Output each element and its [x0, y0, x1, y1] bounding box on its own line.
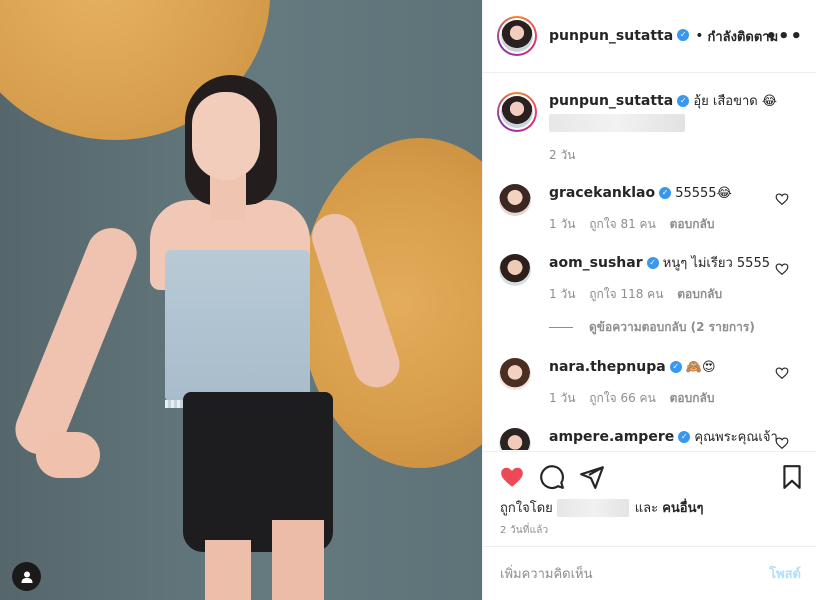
- reply-button[interactable]: ตอบกลับ: [670, 217, 715, 231]
- verified-icon: ✓: [677, 94, 690, 107]
- commenter-username[interactable]: nara.thepnupa: [549, 359, 666, 375]
- tagged-users-button[interactable]: [12, 562, 41, 591]
- post-timestamp[interactable]: 2 วันที่แล้ว: [500, 523, 548, 538]
- comment-item: nara.thepnupa ✓ 🙈😍 1 วัน ถูกใจ 66 คน ตอบก…: [499, 358, 809, 407]
- view-replies-button[interactable]: ดูข้อความตอบกลับ (2 รายการ): [549, 318, 755, 337]
- caption-author-avatar[interactable]: [497, 92, 537, 132]
- comment-bubble-icon[interactable]: [539, 464, 565, 490]
- like-heart-icon[interactable]: [499, 464, 525, 490]
- comment-like-heart-icon[interactable]: [775, 262, 789, 276]
- likes-prefix: ถูกใจโดย: [500, 501, 553, 516]
- bookmark-icon[interactable]: [779, 464, 805, 490]
- more-options-icon[interactable]: •••: [765, 26, 803, 47]
- post-header: punpun_sutatta ✓ • กำลังติดตาม •••: [483, 0, 816, 73]
- comment-time[interactable]: 1 วัน: [549, 287, 575, 301]
- likes-conjunction: และ: [634, 501, 659, 516]
- divider-line: [549, 327, 573, 328]
- post-comment-button[interactable]: โพสต์: [769, 563, 801, 584]
- comment-like-heart-icon[interactable]: [775, 366, 789, 380]
- comment-like-heart-icon[interactable]: [775, 436, 789, 450]
- verified-icon: ✓: [678, 430, 691, 443]
- likes-summary: ถูกใจโดย และ คนอื่นๆ: [500, 497, 703, 518]
- comment-like-count[interactable]: ถูกใจ 81 คน: [589, 217, 656, 231]
- share-icon[interactable]: [579, 464, 605, 490]
- view-replies-label: ดูข้อความตอบกลับ (2 รายการ): [589, 320, 755, 334]
- commenter-username[interactable]: ampere.ampere: [549, 429, 674, 445]
- verified-icon: ✓: [659, 186, 672, 199]
- post-sidebar: punpun_sutatta ✓ • กำลังติดตาม ••• punpu…: [482, 0, 816, 600]
- comment-item: gracekanklao ✓ 55555😂 1 วัน ถูกใจ 81 คน ต…: [499, 184, 809, 233]
- post-actions: ถูกใจโดย และ คนอื่นๆ 2 วันที่แล้ว: [483, 451, 816, 546]
- blurred-username: [556, 498, 629, 517]
- reply-button[interactable]: ตอบกลับ: [670, 391, 715, 405]
- commenter-avatar[interactable]: [499, 428, 531, 450]
- reply-button[interactable]: ตอบกลับ: [677, 287, 722, 301]
- photo-decor: [36, 432, 100, 478]
- comment-text: หนูๆ ไม่เรียว 5555: [662, 256, 770, 271]
- photo-decor: [165, 250, 310, 408]
- author-username[interactable]: punpun_sutatta: [549, 28, 673, 44]
- post-caption: punpun_sutatta ✓ อุ้ย เสือขาด 😂 2 วัน: [497, 92, 777, 164]
- comment-item: ampere.ampere ✓ คุณพระคุณเจ้า: [499, 428, 809, 450]
- comment-item: aom_sushar ✓ หนูๆ ไม่เรียว 5555 1 วัน ถูก…: [499, 254, 809, 303]
- comment-text: คุณพระคุณเจ้า: [694, 430, 778, 445]
- post-photo[interactable]: [0, 0, 482, 600]
- comment-like-count[interactable]: ถูกใจ 66 คน: [589, 391, 656, 405]
- commenter-avatar[interactable]: [499, 358, 531, 390]
- comment-input[interactable]: เพิ่มความคิดเห็น: [500, 563, 769, 584]
- separator-dot: •: [695, 28, 704, 44]
- verified-icon: ✓: [669, 360, 682, 373]
- user-icon: [21, 571, 32, 583]
- comment-text: 🙈😍: [685, 360, 716, 375]
- likes-others-link[interactable]: คนอื่นๆ: [662, 497, 703, 518]
- commenter-username[interactable]: aom_sushar: [549, 255, 643, 271]
- add-comment-bar: เพิ่มความคิดเห็น โพสต์: [483, 546, 816, 600]
- caption-username[interactable]: punpun_sutatta: [549, 93, 673, 109]
- photo-decor: [272, 520, 324, 600]
- author-avatar[interactable]: [497, 16, 537, 56]
- caption-text: อุ้ย เสือขาด 😂: [693, 94, 778, 109]
- photo-decor: [192, 92, 260, 180]
- photo-decor: [205, 540, 251, 600]
- comment-time[interactable]: 1 วัน: [549, 391, 575, 405]
- comment-text: 55555😂: [675, 186, 732, 201]
- commenter-username[interactable]: gracekanklao: [549, 185, 655, 201]
- comments-list[interactable]: punpun_sutatta ✓ อุ้ย เสือขาด 😂 2 วัน gra…: [483, 74, 816, 450]
- commenter-avatar[interactable]: [499, 254, 531, 286]
- verified-icon: ✓: [677, 29, 690, 41]
- comment-like-count[interactable]: ถูกใจ 118 คน: [589, 287, 663, 301]
- commenter-avatar[interactable]: [499, 184, 531, 216]
- comment-like-heart-icon[interactable]: [775, 192, 789, 206]
- comment-time[interactable]: 1 วัน: [549, 217, 575, 231]
- caption-time: 2 วัน: [549, 148, 576, 162]
- verified-icon: ✓: [646, 256, 659, 269]
- blurred-content: [549, 114, 685, 132]
- avatar-image: [501, 96, 533, 128]
- avatar-image: [501, 20, 533, 52]
